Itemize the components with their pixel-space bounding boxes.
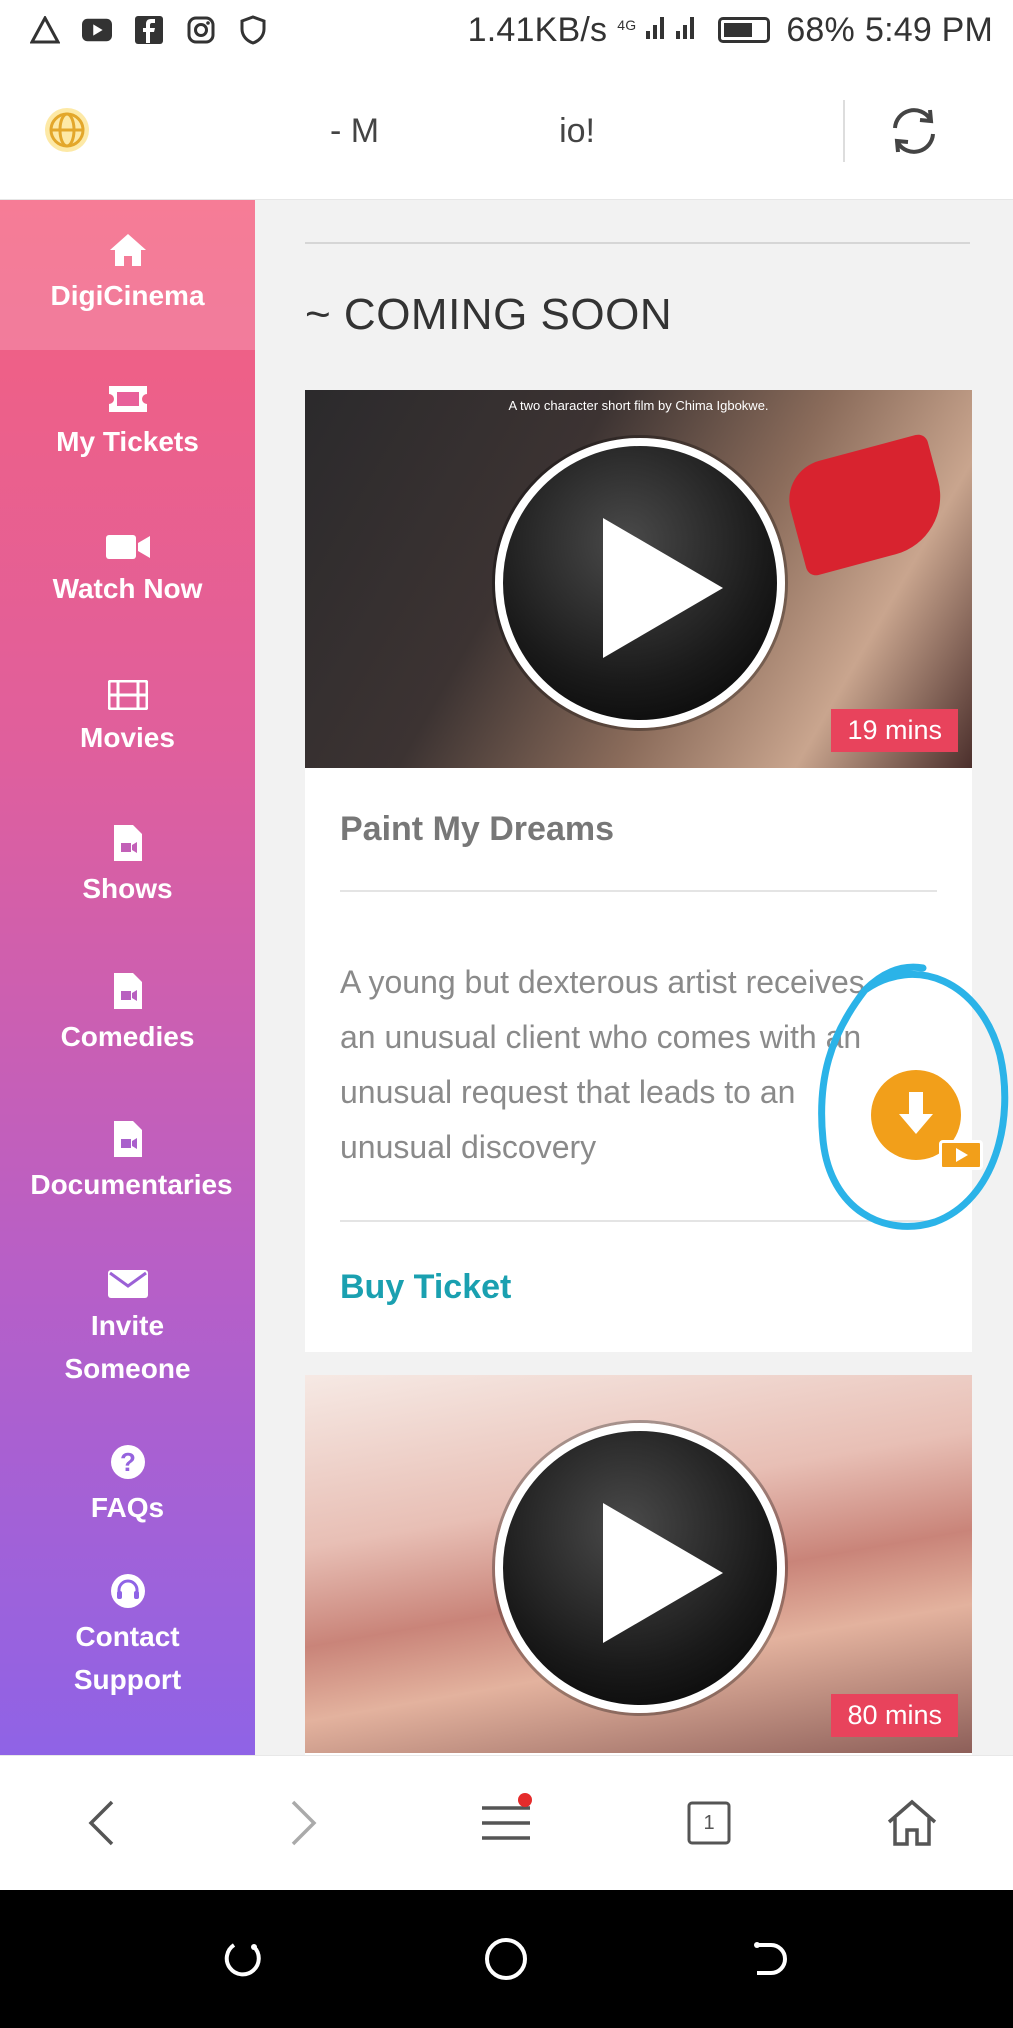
network-type: 4G [617,16,637,33]
movie-poster[interactable]: 80 mins [305,1375,972,1753]
youtube-icon [82,15,112,45]
shield-icon [238,15,268,45]
divider [843,100,845,162]
svg-text:?: ? [120,1447,136,1477]
forward-icon[interactable] [264,1783,344,1863]
sidebar-item-documentaries[interactable]: Documentaries [0,1090,255,1238]
sidebar-item-label: Movies [80,722,175,754]
status-bar: 1.41KB/s 4G 68% 5:49 PM [0,0,1013,60]
battery-level: 68% [786,10,855,49]
sidebar-item-digicinema[interactable]: DigiCinema [0,200,255,350]
back-icon[interactable] [61,1783,141,1863]
browser-address-bar: - M io! [0,60,1013,200]
sidebar-item-comedies[interactable]: Comedies [0,942,255,1090]
browser-bottom-nav: 1 [0,1755,1013,1890]
tabs-icon[interactable]: 1 [669,1783,749,1863]
facebook-icon [134,15,164,45]
movie-poster[interactable]: A two character short film by Chima Igbo… [305,390,972,768]
clock: 5:49 PM [864,10,993,49]
section-title: ~ COMING SOON [305,290,673,339]
system-back-icon[interactable] [736,1924,806,1994]
sidebar-item-label: Documentaries [30,1169,233,1201]
poster-credit: A two character short film by Chima Igbo… [508,398,769,413]
envelope-icon [107,1269,148,1298]
movie-card: 80 mins [305,1375,972,1755]
divider [305,242,970,244]
ticket-icon [108,386,147,413]
home-icon[interactable] [872,1783,952,1863]
sidebar-item-label: DigiCinema [50,280,205,312]
sidebar-item-shows[interactable]: Shows [0,794,255,942]
system-home-icon[interactable] [471,1924,541,1994]
sidebar-item-my-tickets[interactable]: My Tickets [0,350,255,498]
menu-icon[interactable] [466,1783,546,1863]
status-notification-icons [30,15,268,45]
file-video-icon [113,1121,142,1158]
sidebar-item-watch-now[interactable]: Watch Now [0,498,255,646]
video-camera-icon [105,535,150,560]
sidebar-item-label: Watch Now [52,573,203,605]
duration-badge: 19 mins [831,709,958,752]
status-system-info: 1.41KB/s 4G 68% 5:49 PM [468,11,993,50]
system-nav-bar [0,1890,1013,2028]
file-video-icon [113,825,142,862]
sidebar-item-movies[interactable]: Movies [0,646,255,794]
sidebar-item-label: Contact Support [73,1620,182,1695]
sidebar-item-label: Comedies [60,1021,195,1053]
sidebar-item-label: Shows [82,873,173,905]
page-title-url[interactable]: - M io! [330,112,775,151]
movie-title: Paint My Dreams [340,810,614,848]
sidebar-item-label: My Tickets [56,426,199,458]
divider [340,890,937,892]
reload-icon[interactable] [885,102,943,160]
floating-download [805,960,1013,1250]
question-icon: ? [110,1445,145,1480]
tab-count: 1 [703,1811,715,1834]
instagram-icon [186,15,216,45]
alert-icon [30,15,60,45]
buy-ticket-link[interactable]: Buy Ticket [340,1268,511,1307]
film-icon [107,680,148,711]
duration-badge: 80 mins [831,1694,958,1737]
play-icon[interactable] [495,1423,785,1713]
sidebar-item-invite-someone[interactable]: Invite Someone [0,1238,255,1422]
file-video-icon [113,973,142,1010]
battery-icon [718,17,771,43]
globe-icon[interactable] [42,105,92,155]
signal-icon [646,11,702,50]
annotation-circle [818,963,1009,1230]
url-left-fragment: - M [330,112,380,150]
poster-shoe-artwork [780,432,954,578]
sidebar: DigiCinema My Tickets Watch Now Movies S… [0,200,255,1755]
recents-icon[interactable] [207,1924,277,1994]
url-right-fragment: io! [559,112,596,150]
home-icon [109,234,146,267]
headset-icon [110,1573,145,1608]
network-speed: 1.41KB/s [467,10,608,49]
sidebar-item-faqs[interactable]: ? FAQs [0,1422,255,1552]
sidebar-item-contact-support[interactable]: Contact Support [0,1552,255,1722]
play-icon[interactable] [495,438,785,728]
sidebar-item-label: FAQs [90,1492,165,1524]
sidebar-item-label: Invite Someone [64,1309,191,1384]
